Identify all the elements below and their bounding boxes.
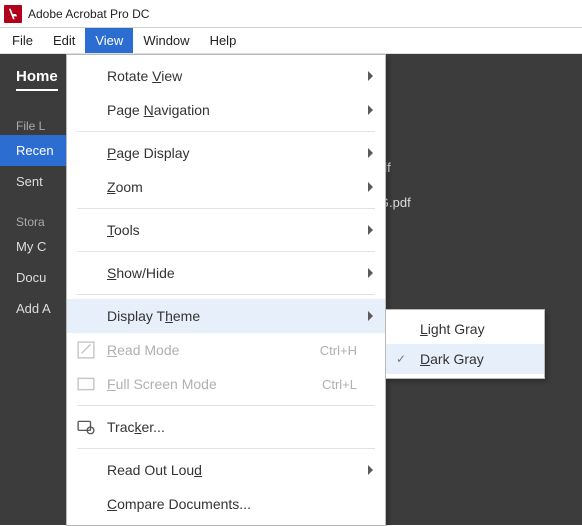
menu-item-read-mode: Read Mode Ctrl+H bbox=[67, 333, 385, 367]
fullscreen-icon bbox=[77, 375, 95, 393]
menu-item-label: Read Out Loud bbox=[107, 462, 202, 478]
menu-item-read-out-loud[interactable]: Read Out Loud bbox=[67, 453, 385, 487]
menu-item-tools[interactable]: Tools bbox=[67, 213, 385, 247]
menu-item-label: Compare Documents... bbox=[107, 496, 251, 512]
menu-item-tracker[interactable]: Tracker... bbox=[67, 410, 385, 444]
menu-item-label: Show/Hide bbox=[107, 265, 175, 281]
menu-item-page-navigation[interactable]: Page Navigation bbox=[67, 93, 385, 127]
app-icon bbox=[4, 5, 22, 23]
menu-item-label: Rotate View bbox=[107, 68, 182, 84]
check-icon: ✓ bbox=[396, 352, 406, 366]
menu-item-rotate-view[interactable]: Rotate View bbox=[67, 59, 385, 93]
theme-option-dark-gray[interactable]: ✓ Dark Gray bbox=[386, 344, 544, 374]
tracker-icon bbox=[77, 418, 95, 436]
sidebar-home-label: Home bbox=[16, 68, 58, 91]
menu-file[interactable]: File bbox=[2, 28, 43, 53]
menu-separator bbox=[77, 448, 375, 449]
menu-item-label: Light Gray bbox=[420, 321, 485, 337]
menu-item-zoom[interactable]: Zoom bbox=[67, 170, 385, 204]
menu-separator bbox=[77, 131, 375, 132]
menu-item-label: Tracker... bbox=[107, 419, 165, 435]
menu-item-label: Page Display bbox=[107, 145, 190, 161]
menubar: File Edit View Window Help bbox=[0, 28, 582, 54]
menu-item-compare-documents[interactable]: Compare Documents... bbox=[67, 487, 385, 521]
menu-item-label: Page Navigation bbox=[107, 102, 210, 118]
menu-shortcut: Ctrl+H bbox=[320, 343, 357, 358]
menu-item-full-screen: Full Screen Mode Ctrl+L bbox=[67, 367, 385, 401]
app-title: Adobe Acrobat Pro DC bbox=[28, 7, 149, 21]
menu-shortcut: Ctrl+L bbox=[322, 377, 357, 392]
menu-edit[interactable]: Edit bbox=[43, 28, 85, 53]
menu-separator bbox=[77, 208, 375, 209]
menu-item-display-theme[interactable]: Display Theme bbox=[67, 299, 385, 333]
menu-separator bbox=[77, 294, 375, 295]
menu-help[interactable]: Help bbox=[200, 28, 247, 53]
menu-item-label: Zoom bbox=[107, 179, 143, 195]
menu-item-page-display[interactable]: Page Display bbox=[67, 136, 385, 170]
menu-item-label: Dark Gray bbox=[420, 351, 484, 367]
display-theme-submenu: Light Gray ✓ Dark Gray bbox=[385, 309, 545, 379]
menu-separator bbox=[77, 251, 375, 252]
view-menu-dropdown: Rotate View Page Navigation Page Display… bbox=[66, 54, 386, 526]
readmode-icon bbox=[77, 341, 95, 359]
theme-option-light-gray[interactable]: Light Gray bbox=[386, 314, 544, 344]
menu-separator bbox=[77, 405, 375, 406]
menu-window[interactable]: Window bbox=[133, 28, 199, 53]
menu-item-label: Full Screen Mode bbox=[107, 376, 217, 392]
workspace: Home File L Recen Sent Stora My C Docu A… bbox=[0, 54, 582, 525]
menu-item-show-hide[interactable]: Show/Hide bbox=[67, 256, 385, 290]
menu-item-label: Read Mode bbox=[107, 342, 179, 358]
menu-item-label: Tools bbox=[107, 222, 140, 238]
titlebar: Adobe Acrobat Pro DC bbox=[0, 0, 582, 28]
menu-item-label: Display Theme bbox=[107, 308, 200, 324]
menu-view[interactable]: View bbox=[85, 28, 133, 53]
